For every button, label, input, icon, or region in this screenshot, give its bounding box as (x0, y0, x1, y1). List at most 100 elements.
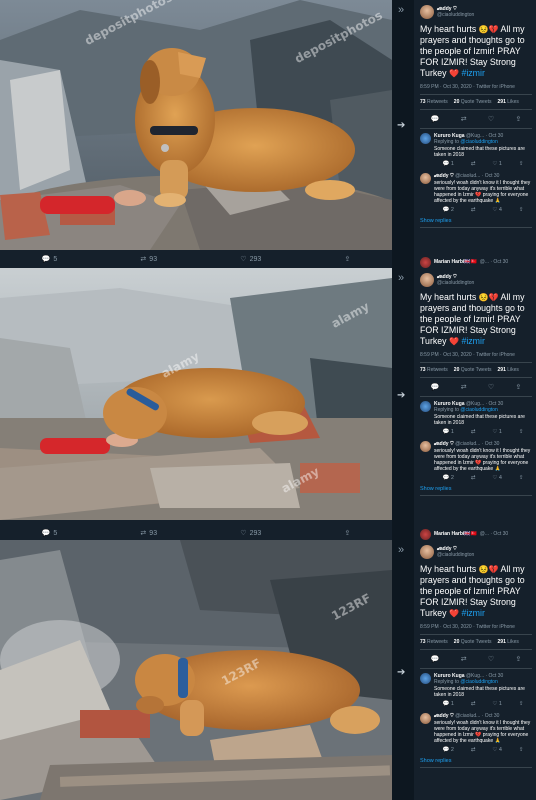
reply-author[interactable]: 𝓭addy ♡ (434, 441, 454, 447)
share-icon[interactable]: ⇪ (519, 161, 524, 167)
reply-icon[interactable]: 💬 2 (442, 207, 453, 213)
share-icon[interactable]: ⇪ (519, 207, 524, 213)
reply-item[interactable]: Kururo Kuga @Kug... · Oct 30 Replying to… (420, 669, 532, 709)
reply-text: Someone claimed that these pictures are … (434, 146, 525, 158)
retweet-icon[interactable]: ⇄ (471, 747, 476, 753)
hashtag-link[interactable]: #izmir (461, 68, 484, 78)
heart-icon[interactable]: ♡ (488, 115, 494, 123)
retweets-stat[interactable]: 73 Retweets (420, 99, 448, 105)
share-icon[interactable]: ⇪ (519, 475, 524, 481)
reply-icon[interactable]: 💬 2 (442, 747, 453, 753)
likes-stat[interactable]: 291 Likes (498, 639, 519, 645)
reply-item[interactable]: 𝓭addy ♡ @ciaolud... · Oct 30 seriously! … (420, 169, 532, 215)
heart-icon[interactable]: ♡ 1 (492, 161, 502, 167)
reply-icon[interactable]: 💬 (431, 655, 440, 663)
expand-icon[interactable]: » (398, 544, 404, 556)
reply-action[interactable]: 💬 5 (42, 255, 58, 264)
retweet-action[interactable]: ⇄ 93 (140, 255, 157, 264)
retweet-icon[interactable]: ⇄ (471, 207, 476, 213)
reply-author[interactable]: 𝓭addy ♡ (434, 173, 454, 179)
heart-icon[interactable]: ♡ 1 (492, 429, 502, 435)
heart-icon[interactable]: ♡ 4 (492, 747, 502, 753)
share-icon[interactable]: ⇪ (515, 383, 521, 391)
avatar[interactable] (420, 713, 431, 724)
reply-item[interactable]: 𝓭addy ♡ @ciaolud... · Oct 30 seriously! … (420, 437, 532, 483)
hashtag-link[interactable]: #izmir (461, 608, 484, 618)
expand-icon[interactable]: » (398, 272, 404, 284)
show-replies-link[interactable]: Show replies (420, 758, 532, 768)
reply-item[interactable]: Kururo Kuga @Kug... · Oct 30 Replying to… (420, 129, 532, 169)
author-handle[interactable]: @ciaoluddington (437, 280, 474, 286)
likes-stat[interactable]: 291 Likes (498, 99, 519, 105)
retweet-icon[interactable]: ⇄ (471, 475, 476, 481)
arrow-right-icon[interactable]: ➔ (397, 667, 405, 678)
avatar[interactable] (420, 5, 434, 19)
likes-stat[interactable]: 291 Likes (498, 367, 519, 373)
retweets-stat[interactable]: 73 Retweets (420, 639, 448, 645)
avatar[interactable] (420, 545, 434, 559)
expand-icon[interactable]: » (398, 4, 404, 16)
heart-icon[interactable]: ♡ 4 (492, 475, 502, 481)
avatar[interactable] (420, 273, 434, 287)
retweet-icon[interactable]: ⇄ (461, 115, 467, 123)
show-replies-link[interactable]: Show replies (420, 218, 532, 228)
share-icon[interactable]: ⇪ (515, 655, 521, 663)
reply-icon[interactable]: 💬 1 (442, 429, 453, 435)
reply-item[interactable]: 𝓭addy ♡ @ciaolud... · Oct 30 seriously! … (420, 709, 532, 755)
dog-photo-1[interactable]: depositphotos depositphotos (0, 0, 392, 250)
retweets-stat[interactable]: 73 Retweets (420, 367, 448, 373)
like-action[interactable]: ♡ 293 (240, 255, 261, 264)
reply-icon[interactable]: 💬 1 (442, 701, 453, 707)
heart-icon[interactable]: ♡ (488, 655, 494, 663)
avatar[interactable] (420, 173, 431, 184)
avatar[interactable] (420, 256, 431, 268)
reply-author[interactable]: Marian Harbi🇬🇧🇹🇷 (434, 531, 477, 537)
retweet-icon[interactable]: ⇄ (471, 429, 476, 435)
share-icon[interactable]: ⇪ (519, 429, 524, 435)
share-icon[interactable]: ⇪ (515, 115, 521, 123)
heart-emoji: ❤️ (449, 609, 459, 618)
reply-author[interactable]: 𝓭addy ♡ (434, 713, 454, 719)
share-icon[interactable]: ⇪ (519, 747, 524, 753)
show-replies-link[interactable]: Show replies (420, 486, 532, 496)
retweet-icon[interactable]: ⇄ (461, 655, 467, 663)
next-reply-preview[interactable]: Marian Harbi🇬🇧🇹🇷 @... · Oct 30 (414, 256, 536, 268)
quotes-stat[interactable]: 20 Quote Tweets (454, 367, 492, 373)
next-reply-preview[interactable]: Marian Harbi🇬🇧🇹🇷 @... · Oct 30 (414, 528, 536, 540)
share-action[interactable]: ⇪ (344, 255, 350, 263)
dog-photo-3[interactable]: 123RF 123RF (0, 540, 392, 800)
dog-photo-2[interactable]: alamy alamy alamy (0, 268, 392, 520)
author-handle[interactable]: @ciaoluddington (437, 12, 474, 18)
heart-icon[interactable]: ♡ 4 (492, 207, 502, 213)
author-handle[interactable]: @ciaoluddington (437, 552, 474, 558)
arrow-right-icon[interactable]: ➔ (397, 390, 405, 401)
reply-icon[interactable]: 💬 (431, 383, 440, 391)
avatar[interactable] (420, 673, 431, 684)
retweet-icon[interactable]: ⇄ (471, 701, 476, 707)
reply-action[interactable]: 💬 5 (42, 529, 58, 538)
avatar[interactable] (420, 528, 431, 540)
like-action[interactable]: ♡ 293 (240, 529, 261, 538)
hashtag-link[interactable]: #izmir (461, 336, 484, 346)
tweet-meta: 8:59 PM · Oct 30, 2020 · Twitter for iPh… (420, 84, 532, 95)
quotes-stat[interactable]: 20 Quote Tweets (454, 639, 492, 645)
reply-author[interactable]: Marian Harbi🇬🇧🇹🇷 (434, 259, 477, 265)
avatar[interactable] (420, 133, 431, 144)
reply-handle: @ciaolud... · Oct 30 (455, 713, 500, 719)
reply-icon[interactable]: 💬 1 (442, 161, 453, 167)
avatar[interactable] (420, 441, 431, 452)
retweet-icon[interactable]: ⇄ (461, 383, 467, 391)
share-action[interactable]: ⇪ (344, 529, 350, 537)
reply-icon[interactable]: 💬 2 (442, 475, 453, 481)
heart-icon[interactable]: ♡ 1 (492, 701, 502, 707)
tweet-column: 𝓭addy ♡ @ciaoluddington My heart hurts 😣… (414, 268, 536, 540)
heart-icon[interactable]: ♡ (488, 383, 494, 391)
reply-icon[interactable]: 💬 (431, 115, 440, 123)
share-icon[interactable]: ⇪ (519, 701, 524, 707)
arrow-right-icon[interactable]: ➔ (397, 120, 405, 131)
retweet-icon[interactable]: ⇄ (471, 161, 476, 167)
reply-item[interactable]: Kururo Kuga @Kug... · Oct 30 Replying to… (420, 397, 532, 437)
quotes-stat[interactable]: 20 Quote Tweets (454, 99, 492, 105)
avatar[interactable] (420, 401, 431, 412)
retweet-action[interactable]: ⇄ 93 (140, 529, 157, 538)
